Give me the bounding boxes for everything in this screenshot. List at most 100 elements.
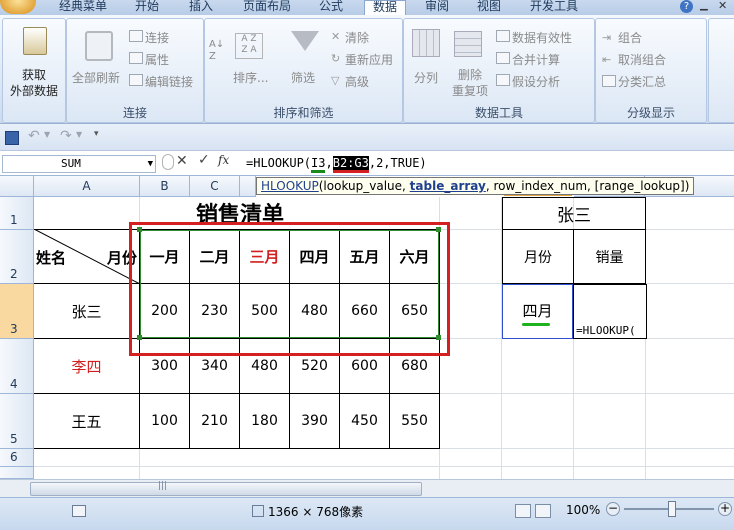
filter-icon: [291, 31, 319, 51]
tab-home[interactable]: 开始: [128, 0, 166, 15]
row-name-3[interactable]: 王五: [34, 394, 139, 448]
group-sort-filter: A↓ Z A ZZ A 排序... 筛选 ✕ 清除 ↻ 重新应用 ▽ 高级 排序和…: [204, 18, 403, 123]
advanced-button[interactable]: 高级: [345, 73, 369, 90]
undo-icon[interactable]: ↶: [28, 128, 40, 144]
ungroup-button[interactable]: 取消组合: [618, 51, 666, 68]
enter-icon[interactable]: ✓: [198, 152, 210, 168]
formula-arg-lookup: I3: [311, 156, 326, 173]
row-header-3[interactable]: 3: [0, 284, 34, 339]
ungroup-icon: ⇤: [602, 53, 612, 66]
group-label-sort-filter: 排序和筛选: [273, 106, 334, 120]
help-icon[interactable]: ?: [680, 0, 693, 13]
lookup-month-value: 四月: [522, 301, 553, 320]
row-header-1[interactable]: 1: [0, 197, 34, 230]
row-header-5[interactable]: 5: [0, 394, 34, 449]
properties-icon: [129, 52, 143, 64]
corner-name-label: 姓名: [36, 248, 67, 267]
edit-links-button[interactable]: 编辑链接: [145, 73, 193, 90]
zoom-level[interactable]: 100%: [566, 503, 600, 517]
select-all-corner[interactable]: [0, 176, 34, 197]
scroll-thumb[interactable]: [30, 482, 422, 496]
cell-value[interactable]: 450: [340, 394, 389, 448]
tab-page-layout[interactable]: 页面布局: [236, 0, 298, 15]
refresh-icon: [85, 31, 113, 61]
row-header-4[interactable]: 4: [0, 339, 34, 394]
zoom-out-icon[interactable]: −: [606, 502, 620, 516]
active-cell-formula[interactable]: =HLOOKUP(: [573, 284, 647, 339]
edit-links-icon: [129, 74, 143, 86]
remove-duplicates-button[interactable]: 删除 重复项: [452, 67, 488, 99]
cell-value[interactable]: 100: [140, 394, 189, 448]
row-name-2[interactable]: 李四: [34, 339, 139, 393]
row-header-2[interactable]: 2: [0, 230, 34, 284]
group-button[interactable]: 组合: [618, 29, 642, 46]
save-icon[interactable]: [5, 131, 19, 145]
formula-input[interactable]: =HLOOKUP(I3,B2:G3,2,TRUE): [246, 154, 427, 173]
sort-az-icon: A↓ Z: [209, 39, 225, 62]
remove-duplicates-icon: [454, 31, 482, 57]
tab-developer[interactable]: 开发工具: [522, 0, 586, 15]
column-header-a[interactable]: A: [34, 176, 140, 197]
connections-button[interactable]: 连接: [145, 29, 169, 46]
horizontal-scrollbar[interactable]: |||: [0, 479, 734, 497]
office-button[interactable]: [0, 0, 36, 14]
column-header-b[interactable]: B: [140, 176, 190, 197]
tooltip-function-name[interactable]: HLOOKUP: [261, 179, 319, 193]
page-layout-view-icon[interactable]: [535, 504, 551, 518]
name-box-value: SUM: [61, 157, 81, 170]
tab-classic-menu[interactable]: 经典菜单: [52, 0, 114, 15]
properties-button[interactable]: 属性: [145, 51, 169, 68]
name-box-dropdown-icon[interactable]: ▼: [148, 156, 153, 172]
clear-button[interactable]: 清除: [345, 29, 369, 46]
cell-value[interactable]: 210: [190, 394, 239, 448]
cell-value[interactable]: 550: [390, 394, 439, 448]
refresh-all-button[interactable]: 全部刷新: [72, 69, 120, 86]
redo-dropdown-icon[interactable]: ▼: [76, 130, 82, 139]
tab-insert[interactable]: 插入: [182, 0, 220, 15]
cancel-entry-icon[interactable]: ✕: [176, 153, 188, 169]
column-header-c[interactable]: C: [190, 176, 240, 197]
sort-icon: A ZZ A: [235, 33, 263, 59]
reapply-button[interactable]: 重新应用: [345, 51, 393, 68]
name-box[interactable]: SUM ▼: [2, 155, 156, 173]
text-to-columns-button[interactable]: 分列: [414, 69, 438, 86]
zoom-in-icon[interactable]: +: [718, 502, 732, 516]
column-header-d[interactable]: [240, 176, 256, 197]
undo-dropdown-icon[interactable]: ▼: [44, 130, 50, 139]
row-header-7[interactable]: [0, 467, 34, 479]
macro-record-icon[interactable]: [72, 505, 86, 517]
tab-view[interactable]: 视图: [470, 0, 508, 15]
group-get-external: 获取 外部数据: [2, 18, 66, 123]
filter-button[interactable]: 筛选: [291, 69, 315, 86]
formula-bar-left-icon: [162, 154, 174, 170]
normal-view-icon[interactable]: [515, 504, 531, 518]
redo-icon[interactable]: ↷: [60, 128, 72, 144]
what-if-button[interactable]: 假设分析: [512, 73, 560, 90]
month-value-underline: [522, 323, 550, 326]
subtotal-button[interactable]: 分类汇总: [618, 73, 666, 90]
tooltip-rest: , row_index_num, [range_lookup]): [485, 179, 690, 193]
data-validation-button[interactable]: 数据有效性: [512, 29, 572, 46]
consolidate-button[interactable]: 合并计算: [512, 51, 560, 68]
zoom-slider-thumb[interactable]: [668, 501, 676, 517]
cell-value[interactable]: 390: [290, 394, 339, 448]
close-icon[interactable]: ✕: [718, 0, 730, 13]
insert-function-icon[interactable]: fx: [218, 153, 229, 167]
row-header-6[interactable]: 6: [0, 449, 34, 467]
formula-rest: ,2,TRUE): [368, 156, 427, 170]
group-data-tools: 分列 删除 重复项 数据有效性 合并计算 假设分析 数据工具: [403, 18, 595, 123]
sort-button[interactable]: 排序...: [233, 69, 268, 86]
tab-formulas[interactable]: 公式: [312, 0, 350, 15]
tab-review[interactable]: 审阅: [418, 0, 456, 15]
status-bar: 1366 × 768像素 100% − +: [0, 497, 734, 530]
get-external-data-button[interactable]: 获取 外部数据: [7, 67, 61, 99]
minimize-icon[interactable]: ▁: [700, 0, 712, 13]
data-validation-icon: [496, 30, 510, 42]
consolidate-icon: [496, 52, 510, 64]
customize-toolbar-icon[interactable]: ▾: [94, 129, 99, 139]
cell-value[interactable]: 180: [240, 394, 289, 448]
formula-prefix: =HLOOKUP(: [246, 156, 312, 170]
ribbon: 获取 外部数据 全部刷新 连接 属性 编辑链接 连接 A↓ Z A ZZ A 排序…: [0, 15, 734, 124]
row-name-1[interactable]: 张三: [34, 284, 139, 338]
tooltip-active-arg: table_array: [409, 179, 486, 193]
